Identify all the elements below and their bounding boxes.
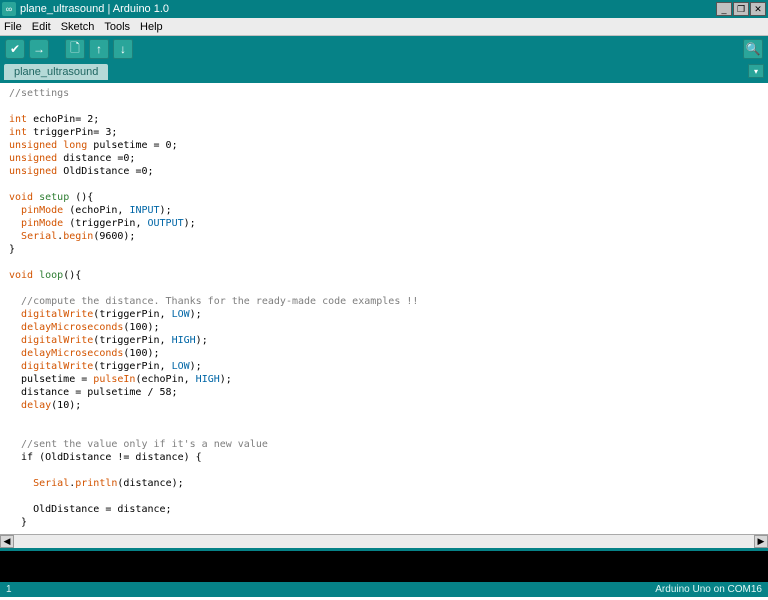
arduino-app-icon: ∞ bbox=[2, 2, 16, 16]
scroll-left-arrow-icon[interactable]: ◀ bbox=[0, 535, 14, 548]
horizontal-scrollbar[interactable]: ◀ ▶ bbox=[0, 534, 768, 548]
console-output bbox=[0, 548, 768, 582]
editor-area: //settings int echoPin= 2; int triggerPi… bbox=[0, 80, 768, 548]
open-button[interactable]: ↑ bbox=[89, 39, 109, 59]
serial-monitor-button[interactable]: 🔍 bbox=[743, 39, 763, 59]
status-bar: 1 Arduino Uno on COM16 bbox=[0, 582, 768, 597]
menu-edit[interactable]: Edit bbox=[32, 21, 51, 33]
search-icon: 🔍 bbox=[746, 42, 761, 56]
menu-help[interactable]: Help bbox=[140, 21, 163, 33]
verify-button[interactable]: ✔ bbox=[5, 39, 25, 59]
arrow-up-icon: ↑ bbox=[96, 42, 102, 56]
menu-tools[interactable]: Tools bbox=[104, 21, 130, 33]
scroll-track[interactable] bbox=[14, 535, 754, 548]
tab-dropdown-button[interactable]: ▾ bbox=[748, 64, 764, 78]
board-port-label: Arduino Uno on COM16 bbox=[655, 584, 762, 595]
tab-sketch[interactable]: plane_ultrasound bbox=[4, 64, 108, 80]
arrow-right-icon: → bbox=[33, 42, 45, 56]
close-button[interactable]: ✕ bbox=[750, 2, 766, 16]
title-bar: ∞ plane_ultrasound | Arduino 1.0 _ ❐ ✕ bbox=[0, 0, 768, 18]
line-number: 1 bbox=[6, 584, 12, 595]
file-icon: 🗋 bbox=[70, 39, 80, 60]
menu-sketch[interactable]: Sketch bbox=[61, 21, 95, 33]
new-button[interactable]: 🗋 bbox=[65, 39, 85, 59]
toolbar: ✔ → 🗋 ↑ ↓ 🔍 bbox=[0, 36, 768, 62]
menu-file[interactable]: File bbox=[4, 21, 22, 33]
menu-bar: File Edit Sketch Tools Help bbox=[0, 18, 768, 36]
arrow-down-icon: ↓ bbox=[120, 42, 126, 56]
maximize-button[interactable]: ❐ bbox=[733, 2, 749, 16]
save-button[interactable]: ↓ bbox=[113, 39, 133, 59]
minimize-button[interactable]: _ bbox=[716, 2, 732, 16]
tab-bar: plane_ultrasound ▾ bbox=[0, 62, 768, 80]
upload-button[interactable]: → bbox=[29, 39, 49, 59]
code-editor[interactable]: //settings int echoPin= 2; int triggerPi… bbox=[3, 83, 765, 534]
window-title: plane_ultrasound | Arduino 1.0 bbox=[20, 3, 169, 15]
scroll-right-arrow-icon[interactable]: ▶ bbox=[754, 535, 768, 548]
chevron-down-icon: ▾ bbox=[754, 67, 758, 76]
check-icon: ✔ bbox=[10, 42, 20, 56]
